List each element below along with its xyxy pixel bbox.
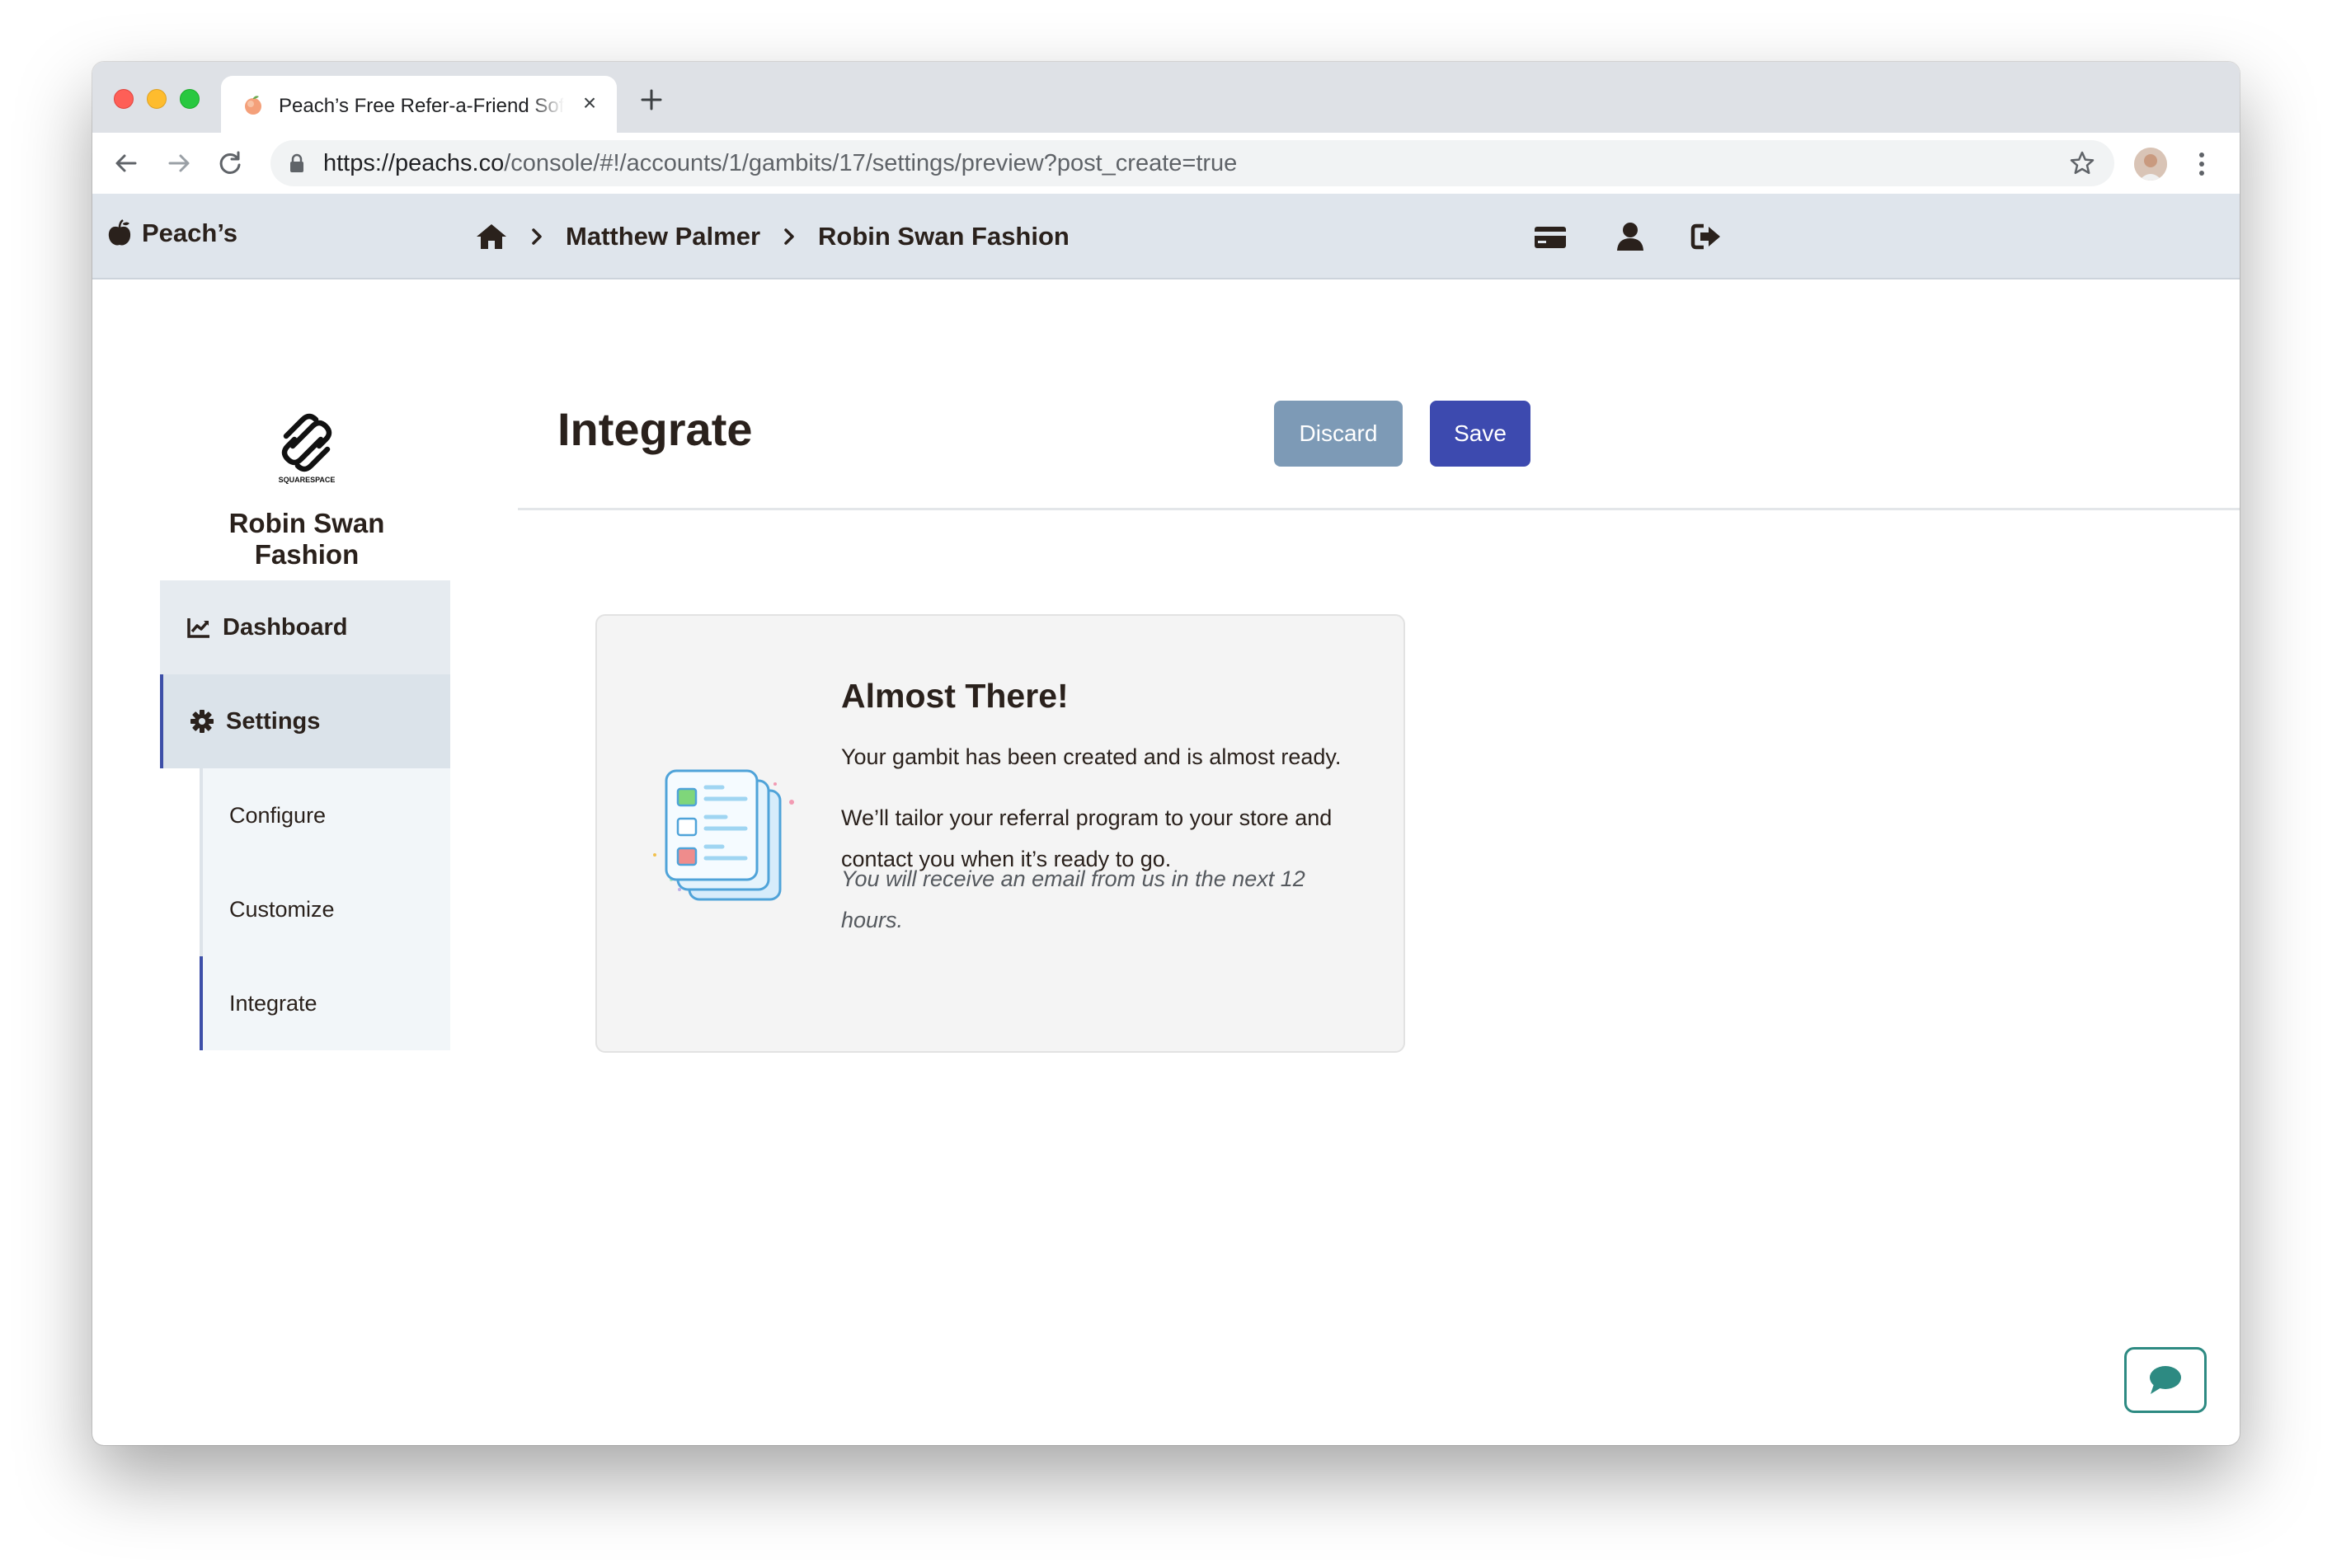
profile-avatar[interactable] — [2134, 148, 2167, 181]
brand-logo[interactable]: Peach’s — [107, 218, 237, 248]
sidebar-subitem-label: Configure — [229, 802, 327, 828]
url-text: https://peachs.co/console/#!/accounts/1/… — [323, 150, 1237, 176]
status-card: Almost There! Your gambit has been creat… — [595, 614, 1405, 1053]
peach-logo-icon — [108, 219, 131, 246]
squarespace-logo-icon: SQUARESPACE — [279, 413, 336, 484]
url-host: https://peachs.co — [323, 150, 505, 176]
checklist-illustration-icon — [653, 769, 794, 901]
card-note-text: You will receive an email from us in the… — [841, 866, 1305, 932]
divider — [518, 508, 2240, 510]
sidebar-item-settings[interactable]: Settings — [160, 674, 450, 768]
chevron-right-icon — [784, 228, 794, 245]
gear-icon — [190, 710, 214, 733]
breadcrumb-store[interactable]: Robin Swan Fashion — [818, 222, 1070, 251]
user-icon[interactable] — [1614, 222, 1647, 251]
sidebar-item-label: Settings — [226, 707, 321, 735]
card-status-text: Your gambit has been created and is almo… — [841, 744, 1342, 769]
sidebar-subitem-integrate[interactable]: Integrate — [200, 956, 450, 1050]
back-arrow-icon[interactable] — [112, 149, 140, 177]
logo-text: SQUARESPACE — [279, 476, 336, 484]
sidebar-subitem-label: Customize — [229, 896, 335, 922]
tab-strip: Peach’s Free Refer-a-Friend Software × — [92, 62, 2240, 133]
lock-icon — [290, 153, 303, 172]
maximize-window-button[interactable] — [180, 89, 200, 109]
chevron-right-icon — [532, 228, 542, 245]
browser-tab[interactable]: Peach’s Free Refer-a-Friend Software × — [221, 76, 617, 133]
browser-menu-icon[interactable] — [2193, 148, 2210, 181]
discard-button[interactable]: Discard — [1274, 401, 1403, 467]
person-photo-icon — [2134, 148, 2167, 181]
app-header: Peach’s Matthew Palmer Robin Swan Fashio… — [92, 194, 2240, 279]
sidebar-subitem-label: Integrate — [229, 990, 317, 1016]
line-chart-icon — [187, 618, 209, 638]
chat-button[interactable] — [2124, 1347, 2207, 1413]
close-window-button[interactable] — [114, 89, 134, 109]
bookmark-star-icon[interactable] — [2068, 149, 2096, 177]
store-name: Robin Swan Fashion — [228, 508, 385, 570]
save-button[interactable]: Save — [1430, 401, 1530, 467]
minimize-window-button[interactable] — [147, 89, 167, 109]
page-title: Integrate — [557, 403, 753, 455]
card-title: Almost There! — [841, 677, 1069, 715]
browser-window: Peach’s Free Refer-a-Friend Software × h… — [92, 62, 2240, 1445]
home-icon[interactable] — [475, 222, 508, 251]
browser-toolbar: https://peachs.co/console/#!/accounts/1/… — [92, 133, 2240, 194]
new-tab-icon[interactable] — [637, 85, 666, 115]
address-bar[interactable]: https://peachs.co/console/#!/accounts/1/… — [270, 140, 2114, 186]
credit-card-icon[interactable] — [1534, 222, 1567, 251]
sidebar-subitem-configure[interactable]: Configure — [200, 768, 450, 862]
brand-name: Peach’s — [142, 218, 238, 247]
reload-icon[interactable] — [216, 149, 244, 177]
breadcrumb-account[interactable]: Matthew Palmer — [566, 222, 760, 251]
tab-close-icon[interactable]: × — [577, 91, 602, 115]
breadcrumb: Matthew Palmer Robin Swan Fashion — [475, 218, 1070, 255]
peach-favicon-icon — [245, 96, 261, 115]
sidebar-subitem-customize[interactable]: Customize — [200, 862, 450, 956]
sign-out-icon[interactable] — [1690, 222, 1723, 251]
tab-title: Peach’s Free Refer-a-Friend Software — [279, 95, 564, 117]
sidebar-item-dashboard[interactable]: Dashboard — [160, 580, 450, 674]
sidebar-item-label: Dashboard — [223, 613, 348, 641]
chat-bubble-icon — [2150, 1366, 2181, 1394]
url-path: /console/#!/accounts/1/gambits/17/settin… — [504, 150, 1238, 176]
forward-arrow-icon[interactable] — [165, 149, 193, 177]
